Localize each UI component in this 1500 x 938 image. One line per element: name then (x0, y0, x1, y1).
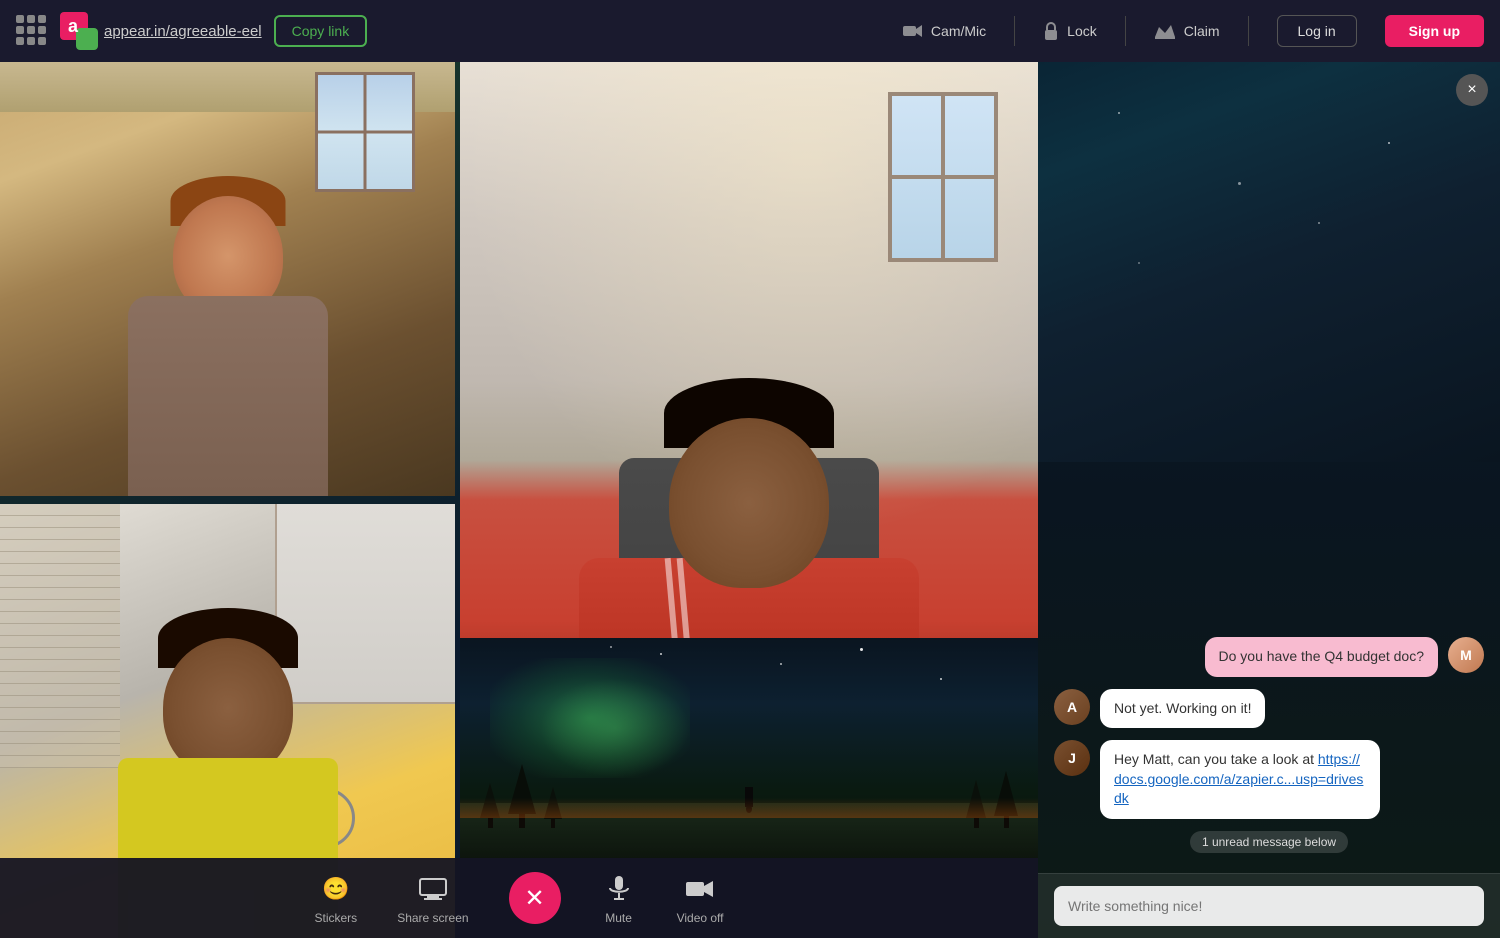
stickers-label: Stickers (315, 911, 358, 925)
nav-controls: Cam/Mic Lock Claim Log in Sign up (903, 15, 1484, 47)
camera-icon (903, 24, 923, 38)
horizon-glow (460, 798, 1038, 818)
chat-close-button[interactable]: × (1456, 74, 1488, 106)
video-tile-top-left (0, 62, 455, 496)
aurora-glow (540, 678, 690, 778)
avatar-own: M (1448, 637, 1484, 673)
signup-button[interactable]: Sign up (1385, 15, 1484, 47)
close-icon: × (1467, 81, 1476, 99)
unread-message-badge[interactable]: 1 unread message below (1190, 831, 1348, 853)
video-tile-night-scene (460, 638, 1038, 858)
video-off-button[interactable]: Video off (677, 871, 724, 925)
video-area: adidas (0, 62, 1038, 938)
cam-mic-button[interactable]: Cam/Mic (903, 23, 986, 39)
mute-button[interactable]: Mute (601, 871, 637, 925)
claim-button[interactable]: Claim (1154, 23, 1220, 39)
chat-message-1: M Do you have the Q4 budget doc? (1054, 637, 1484, 677)
nav-divider-1 (1014, 16, 1015, 46)
avatar-person1: A (1054, 689, 1090, 725)
room-url[interactable]: appear.in/agreeable-eel (104, 23, 262, 40)
top-navigation: a appear.in/agreeable-eel Copy link Cam/… (0, 0, 1500, 62)
stickers-button[interactable]: 😊 Stickers (315, 871, 358, 925)
message-bubble-2: Not yet. Working on it! (1100, 689, 1265, 729)
chat-panel: × M Do you have the Q4 budget doc? A Not… (1038, 62, 1500, 938)
nav-divider-2 (1125, 16, 1126, 46)
window-decoration (888, 92, 998, 262)
nav-divider-3 (1248, 16, 1249, 46)
message-bubble-1: Do you have the Q4 budget doc? (1205, 637, 1438, 677)
chat-message-3: J Hey Matt, can you take a look at https… (1054, 740, 1484, 819)
mute-label: Mute (605, 911, 632, 925)
share-screen-button[interactable]: Share screen (397, 871, 468, 925)
video-off-icon (682, 871, 718, 907)
share-screen-label: Share screen (397, 911, 468, 925)
crown-icon (1154, 23, 1176, 39)
chat-input-area (1038, 873, 1500, 938)
message-bubble-3: Hey Matt, can you take a look at https:/… (1100, 740, 1380, 819)
tree-group-left (480, 764, 562, 828)
share-screen-icon (415, 871, 451, 907)
logo: a appear.in/agreeable-eel (60, 12, 262, 50)
lock-button[interactable]: Lock (1043, 22, 1097, 40)
end-call-button[interactable]: ✕ (509, 872, 561, 924)
copy-link-button[interactable]: Copy link (274, 15, 368, 47)
lock-icon (1043, 22, 1059, 40)
chat-messages: M Do you have the Q4 budget doc? A Not y… (1038, 62, 1500, 873)
chat-input[interactable] (1054, 886, 1484, 926)
chat-message-2: A Not yet. Working on it! (1054, 689, 1484, 729)
login-button[interactable]: Log in (1277, 15, 1357, 47)
video-off-label: Video off (677, 911, 724, 925)
avatar-person2: J (1054, 740, 1090, 776)
close-icon: ✕ (525, 884, 545, 913)
microphone-icon (601, 871, 637, 907)
toolbar: 😊 Stickers Share screen ✕ (0, 858, 1038, 938)
grid-menu-icon[interactable] (16, 15, 48, 47)
stickers-icon: 😊 (318, 871, 354, 907)
